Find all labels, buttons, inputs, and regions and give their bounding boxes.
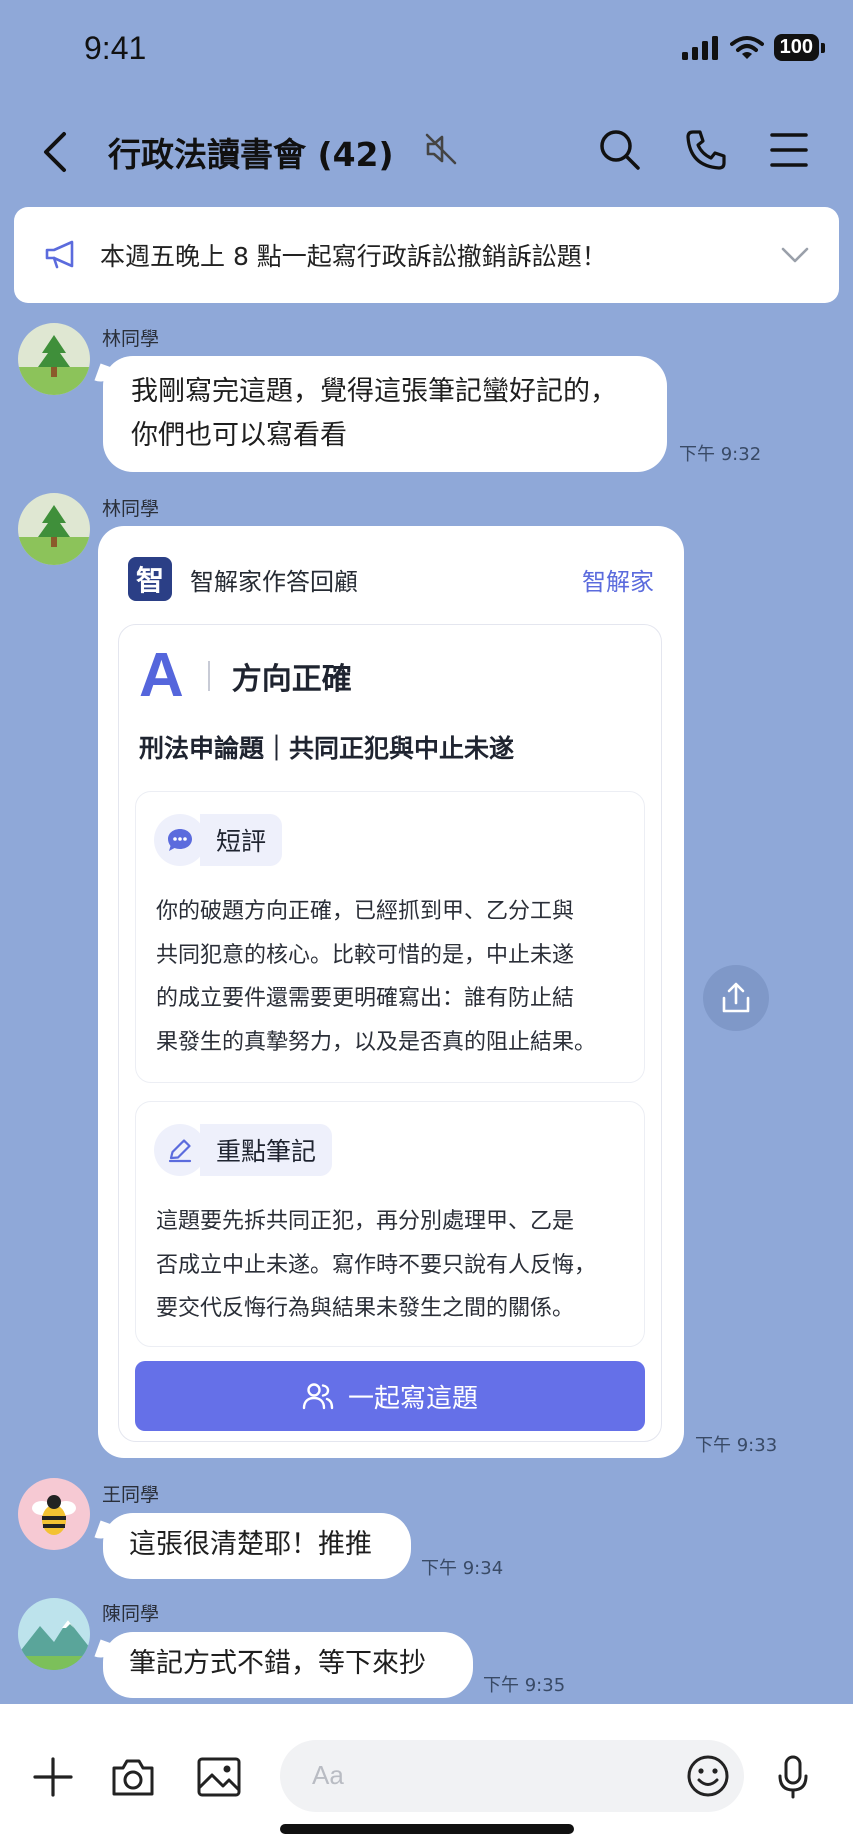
microphone-icon[interactable]: [776, 1754, 810, 1800]
review-panel: A 方向正確 刑法申論題｜共同正犯與中止未遂 短評 你的破題方向正確，已經抓到甲…: [118, 624, 662, 1442]
emoji-icon[interactable]: [686, 1754, 730, 1798]
write-together-label: 一起寫這題: [347, 1383, 478, 1414]
message-text: 筆記方式不錯，等下來抄: [129, 1648, 426, 1679]
question-subject: 刑法申論題｜共同正犯與中止未遂: [139, 734, 515, 763]
share-button[interactable]: [703, 965, 769, 1031]
message-text: 這張很清楚耶！推推: [129, 1529, 372, 1560]
grade-divider: [207, 661, 210, 691]
announcement-text: 本週五晚上 8 點一起寫行政訴訟撤銷訴訟題！: [100, 242, 607, 271]
message-line: 你們也可以寫看看: [131, 420, 347, 451]
wifi-icon: [729, 35, 764, 59]
announcement-banner[interactable]: 本週五晚上 8 點一起寫行政訴訟撤銷訴訟題！: [14, 207, 839, 303]
bee-avatar-icon: [18, 1478, 90, 1550]
tree-avatar-icon: [18, 323, 90, 395]
image-icon[interactable]: [196, 1756, 242, 1798]
status-icons: 100: [681, 34, 826, 61]
write-together-button[interactable]: 一起寫這題: [135, 1361, 645, 1431]
avatar-lin[interactable]: [18, 493, 90, 565]
grade-row: A 方向正確: [139, 645, 352, 707]
back-icon[interactable]: [40, 130, 70, 174]
notes-body: 這題要先拆共同正犯，再分別處理甲、乙是 否成立中止未遂。寫作時不要只說有人反悔，…: [156, 1200, 626, 1331]
avatar-chen[interactable]: [18, 1598, 90, 1670]
message-bubble[interactable]: 我剛寫完這題，覺得這張筆記蠻好記的， 你們也可以寫看看: [103, 356, 667, 472]
notes-line: 否成立中止未遂。寫作時不要只說有人反悔，: [156, 1252, 597, 1278]
sender-name: 林同學: [102, 498, 160, 520]
chat-title: 行政法讀書會 (42): [108, 135, 394, 174]
review-card[interactable]: 智 智解家作答回顧 智解家 A 方向正確 刑法申論題｜共同正犯與中止未遂 短評 …: [98, 526, 684, 1458]
signal-icon: [681, 35, 718, 60]
comment-line: 果發生的真摯努力，以及是否真的阻止結果。: [156, 1029, 597, 1055]
grade-text: 方向正確: [231, 662, 352, 697]
card-header-title: 智解家作答回顧: [190, 567, 358, 596]
comment-line: 的成立要件還需要更明確寫出：誰有防止結: [156, 986, 575, 1011]
pencil-icon: [154, 1124, 206, 1176]
sender-name: 林同學: [102, 328, 160, 350]
grade-letter: A: [139, 641, 184, 710]
sender-name: 陳同學: [102, 1603, 160, 1625]
avatar-wang[interactable]: [18, 1478, 90, 1550]
people-icon: [302, 1383, 334, 1410]
comment-label: 短評: [200, 814, 283, 866]
message-line: 我剛寫完這題，覺得這張筆記蠻好記的，: [131, 376, 617, 407]
message-input[interactable]: Aa: [280, 1740, 744, 1812]
sender-name: 王同學: [102, 1484, 160, 1506]
comment-line: 你的破題方向正確，已經抓到甲、乙分工與: [156, 899, 575, 924]
message-input-placeholder: Aa: [312, 1760, 344, 1790]
chevron-down-icon[interactable]: [781, 246, 809, 264]
notes-line: 這題要先拆共同正犯，再分別處理甲、乙是: [156, 1209, 575, 1234]
mountain-avatar-icon: [18, 1598, 90, 1670]
search-icon[interactable]: [598, 128, 642, 172]
notes-section: 重點筆記 這題要先拆共同正犯，再分別處理甲、乙是 否成立中止未遂。寫作時不要只說…: [135, 1101, 645, 1347]
message-input-bar: Aa: [0, 1704, 853, 1844]
tree-avatar-icon: [18, 493, 90, 565]
message-time: 下午 9:32: [679, 444, 762, 465]
notes-header: 重點筆記: [154, 1124, 333, 1176]
home-indicator: [280, 1824, 574, 1834]
card-header: 智 智解家作答回顧 智解家: [128, 556, 654, 602]
camera-icon[interactable]: [110, 1756, 156, 1798]
message-time: 下午 9:35: [483, 1675, 566, 1696]
app-logo: 智: [128, 557, 172, 601]
message-bubble[interactable]: 這張很清楚耶！推推: [103, 1513, 411, 1579]
battery-indicator: 100: [773, 34, 826, 61]
phone-icon[interactable]: [684, 128, 728, 172]
comment-line: 共同犯意的核心。比較可惜的是，中止未遂: [156, 942, 575, 968]
notes-line: 要交代反悔行為與結果未發生之間的關係。: [156, 1296, 575, 1321]
comment-section: 短評 你的破題方向正確，已經抓到甲、乙分工與 共同犯意的核心。比較可惜的是，中止…: [135, 791, 645, 1083]
menu-icon[interactable]: [770, 132, 808, 168]
comment-body: 你的破題方向正確，已經抓到甲、乙分工與 共同犯意的核心。比較可惜的是，中止未遂 …: [156, 890, 626, 1064]
megaphone-icon: [45, 240, 74, 269]
message-time: 下午 9:34: [421, 1558, 504, 1579]
plus-icon[interactable]: [32, 1756, 74, 1798]
share-icon: [722, 982, 750, 1013]
avatar-lin[interactable]: [18, 323, 90, 395]
message-time: 下午 9:33: [695, 1435, 778, 1456]
mute-icon: [425, 133, 457, 165]
chat-bubble-icon: [154, 814, 206, 866]
message-bubble[interactable]: 筆記方式不錯，等下來抄: [103, 1632, 473, 1698]
comment-header: 短評: [154, 814, 283, 866]
status-time: 9:41: [84, 30, 147, 66]
notes-label: 重點筆記: [200, 1124, 333, 1176]
brand-link[interactable]: 智解家: [582, 562, 654, 597]
